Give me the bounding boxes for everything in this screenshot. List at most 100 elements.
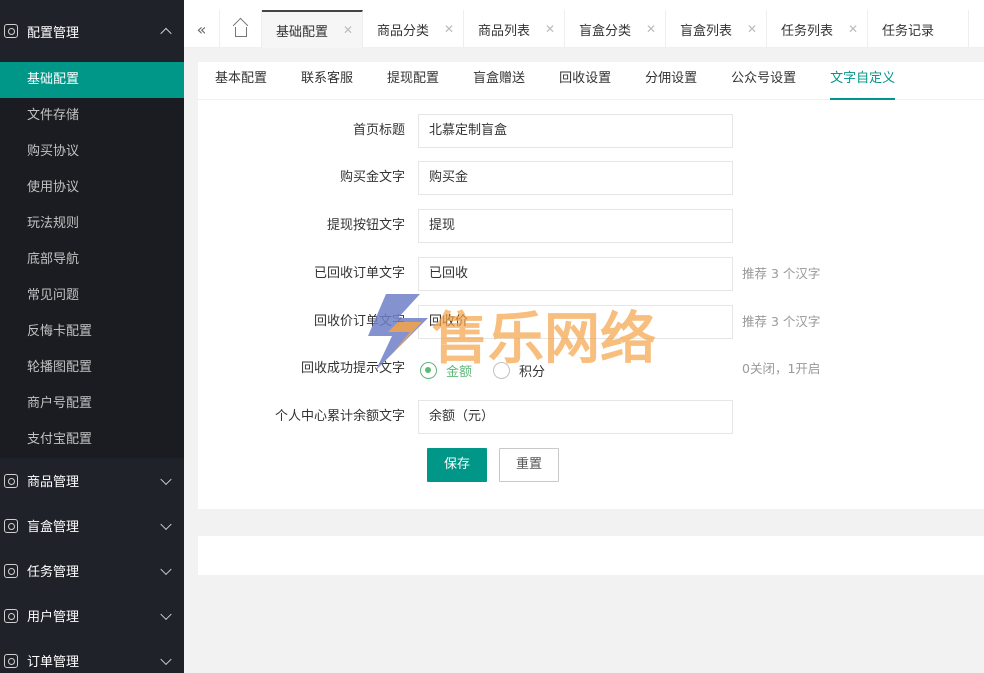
subtab-commission[interactable]: 分佣设置 bbox=[645, 62, 697, 100]
close-icon[interactable]: ✕ bbox=[343, 23, 353, 37]
form-row-recycle-success: 回收成功提示文字 金额 积分 0关闭，1开启 bbox=[198, 352, 984, 386]
purchase-text-input[interactable]: 购买金 bbox=[418, 161, 733, 195]
withdraw-button-text-input[interactable]: 提现 bbox=[418, 209, 733, 243]
secondary-panel bbox=[198, 536, 984, 575]
field-hint: 推荐 3 个汉字 bbox=[742, 314, 821, 329]
nav-group-goods[interactable]: 商品管理 bbox=[0, 458, 184, 503]
sidebar-item-carousel[interactable]: 轮播图配置 bbox=[0, 350, 184, 386]
nav-group-user[interactable]: 用户管理 bbox=[0, 593, 184, 638]
subtab-text-custom[interactable]: 文字自定义 bbox=[830, 62, 896, 100]
goods-icon bbox=[4, 473, 18, 488]
sidebar-item-merchant-id[interactable]: 商户号配置 bbox=[0, 386, 184, 422]
nav-submenu: 基础配置 文件存储 购买协议 使用协议 玩法规则 底部导航 常见问题 反悔卡配置… bbox=[0, 62, 184, 458]
nav-group-config[interactable]: 配置管理 bbox=[0, 0, 184, 62]
field-hint: 0关闭，1开启 bbox=[742, 361, 821, 376]
recycled-order-text-input[interactable]: 已回收 bbox=[418, 257, 733, 291]
sidebar-item-basic-config[interactable]: 基础配置 bbox=[0, 62, 184, 98]
gift-icon bbox=[4, 518, 18, 533]
chevron-down-icon bbox=[160, 653, 172, 665]
nav-group-label: 任务管理 bbox=[27, 565, 80, 580]
sidebar-item-bottom-nav[interactable]: 底部导航 bbox=[0, 242, 184, 278]
double-chevron-left-icon: « bbox=[196, 19, 207, 39]
home-title-input[interactable]: 北慕定制盲盒 bbox=[418, 114, 733, 148]
sidebar: 配置管理 基础配置 文件存储 购买协议 使用协议 玩法规则 底部导航 常见问题 … bbox=[0, 0, 184, 673]
nav-group-label: 订单管理 bbox=[27, 655, 80, 670]
config-subtabs: 基本配置 联系客服 提现配置 盲盒赠送 回收设置 分佣设置 公众号设置 文字自定… bbox=[198, 62, 984, 100]
sidebar-item-usage-agreement[interactable]: 使用协议 bbox=[0, 170, 184, 206]
tab-goods-category[interactable]: 商品分类 ✕ bbox=[363, 10, 464, 48]
subtab-contact-service[interactable]: 联系客服 bbox=[301, 62, 353, 100]
radio-points[interactable]: 积分 bbox=[493, 361, 545, 380]
form-row-recycle-price-text: 回收价订单文字 回收价 推荐 3 个汉字 bbox=[198, 305, 984, 339]
subtab-recycle[interactable]: 回收设置 bbox=[559, 62, 611, 100]
field-label: 提现按钮文字 bbox=[326, 218, 405, 233]
tab-label: 任务列表 bbox=[781, 23, 834, 39]
order-icon bbox=[4, 653, 18, 668]
sidebar-item-game-rules[interactable]: 玩法规则 bbox=[0, 206, 184, 242]
tab-blindbox-list[interactable]: 盲盒列表 ✕ bbox=[666, 10, 767, 48]
reset-button[interactable]: 重置 bbox=[499, 448, 559, 482]
subtab-basic[interactable]: 基本配置 bbox=[215, 62, 267, 100]
close-icon[interactable]: ✕ bbox=[545, 22, 555, 36]
topbar-spacer bbox=[184, 0, 984, 10]
form-row-balance-text: 个人中心累计余额文字 余额（元） bbox=[198, 400, 984, 434]
tab-label: 任务记录 bbox=[882, 23, 935, 39]
task-icon bbox=[4, 563, 18, 578]
tab-label: 商品分类 bbox=[377, 23, 430, 39]
nav-group-label: 配置管理 bbox=[27, 25, 80, 41]
page-tabs-bar: « 基础配置 ✕ 商品分类 ✕ 商品列表 ✕ 盲盒分类 ✕ 盲盒列表 ✕ 任务列表 ✕ 任务… bbox=[184, 0, 984, 48]
form-row-recycled-order-text: 已回收订单文字 已回收 推荐 3 个汉字 bbox=[198, 257, 984, 291]
tab-label: 商品列表 bbox=[478, 23, 531, 39]
field-label: 已回收订单文字 bbox=[313, 266, 405, 281]
chevron-down-icon bbox=[160, 608, 172, 620]
form-row-purchase-text: 购买金文字 购买金 bbox=[198, 161, 984, 195]
sidebar-item-alipay[interactable]: 支付宝配置 bbox=[0, 422, 184, 458]
tab-goods-list[interactable]: 商品列表 ✕ bbox=[464, 10, 565, 48]
sidebar-item-faq[interactable]: 常见问题 bbox=[0, 278, 184, 314]
tab-label: 基础配置 bbox=[276, 24, 329, 40]
sidebar-item-regret-card[interactable]: 反悔卡配置 bbox=[0, 314, 184, 350]
tab-blindbox-category[interactable]: 盲盒分类 ✕ bbox=[565, 10, 666, 48]
tab-basic-config[interactable]: 基础配置 ✕ bbox=[262, 10, 363, 48]
close-icon[interactable]: ✕ bbox=[646, 22, 656, 36]
sidebar-item-file-storage[interactable]: 文件存储 bbox=[0, 98, 184, 134]
tab-task-list[interactable]: 任务列表 ✕ bbox=[767, 10, 868, 48]
field-label: 回收价订单文字 bbox=[313, 314, 405, 329]
radio-checked-icon bbox=[420, 362, 437, 379]
nav-group-order[interactable]: 订单管理 bbox=[0, 638, 184, 673]
form-row-withdraw-button-text: 提现按钮文字 提现 bbox=[198, 209, 984, 243]
tab-label: 盲盒列表 bbox=[680, 23, 733, 39]
nav-group-label: 盲盒管理 bbox=[27, 520, 80, 535]
nav-group-label: 商品管理 bbox=[27, 475, 80, 490]
balance-text-input[interactable]: 余额（元） bbox=[418, 400, 733, 434]
radio-label: 金额 bbox=[446, 365, 473, 380]
close-icon[interactable]: ✕ bbox=[444, 22, 454, 36]
nav-group-task[interactable]: 任务管理 bbox=[0, 548, 184, 593]
nav-group-label: 用户管理 bbox=[27, 610, 80, 625]
field-label: 个人中心累计余额文字 bbox=[274, 409, 405, 424]
page-tabs: « 基础配置 ✕ 商品分类 ✕ 商品列表 ✕ 盲盒分类 ✕ 盲盒列表 ✕ 任务列表 ✕ 任务… bbox=[184, 10, 969, 48]
recycle-price-text-input[interactable]: 回收价 bbox=[418, 305, 733, 339]
close-icon[interactable]: ✕ bbox=[747, 22, 757, 36]
sidebar-item-purchase-agreement[interactable]: 购买协议 bbox=[0, 134, 184, 170]
radio-amount[interactable]: 金额 bbox=[420, 361, 472, 380]
chevron-down-icon bbox=[160, 473, 172, 485]
save-button[interactable]: 保存 bbox=[427, 448, 487, 482]
field-label: 购买金文字 bbox=[339, 170, 405, 185]
subtab-blindbox-gift[interactable]: 盲盒赠送 bbox=[473, 62, 525, 100]
home-tab[interactable] bbox=[220, 10, 262, 48]
subtab-official-account[interactable]: 公众号设置 bbox=[731, 62, 796, 100]
chevron-down-icon bbox=[160, 518, 172, 530]
form-row-home-title: 首页标题 北慕定制盲盒 bbox=[198, 114, 984, 148]
tab-label: 盲盒分类 bbox=[579, 23, 632, 39]
radio-label: 积分 bbox=[519, 365, 546, 380]
close-icon[interactable]: ✕ bbox=[848, 22, 858, 36]
collapse-tabs-button[interactable]: « bbox=[184, 10, 220, 48]
radio-unchecked-icon bbox=[493, 362, 510, 379]
field-label: 回收成功提示文字 bbox=[300, 361, 405, 376]
tab-task-records[interactable]: 任务记录 bbox=[868, 10, 969, 48]
nav-group-blindbox[interactable]: 盲盒管理 bbox=[0, 503, 184, 548]
chevron-up-icon bbox=[160, 27, 172, 40]
field-label: 首页标题 bbox=[352, 123, 405, 138]
subtab-withdraw[interactable]: 提现配置 bbox=[387, 62, 439, 100]
